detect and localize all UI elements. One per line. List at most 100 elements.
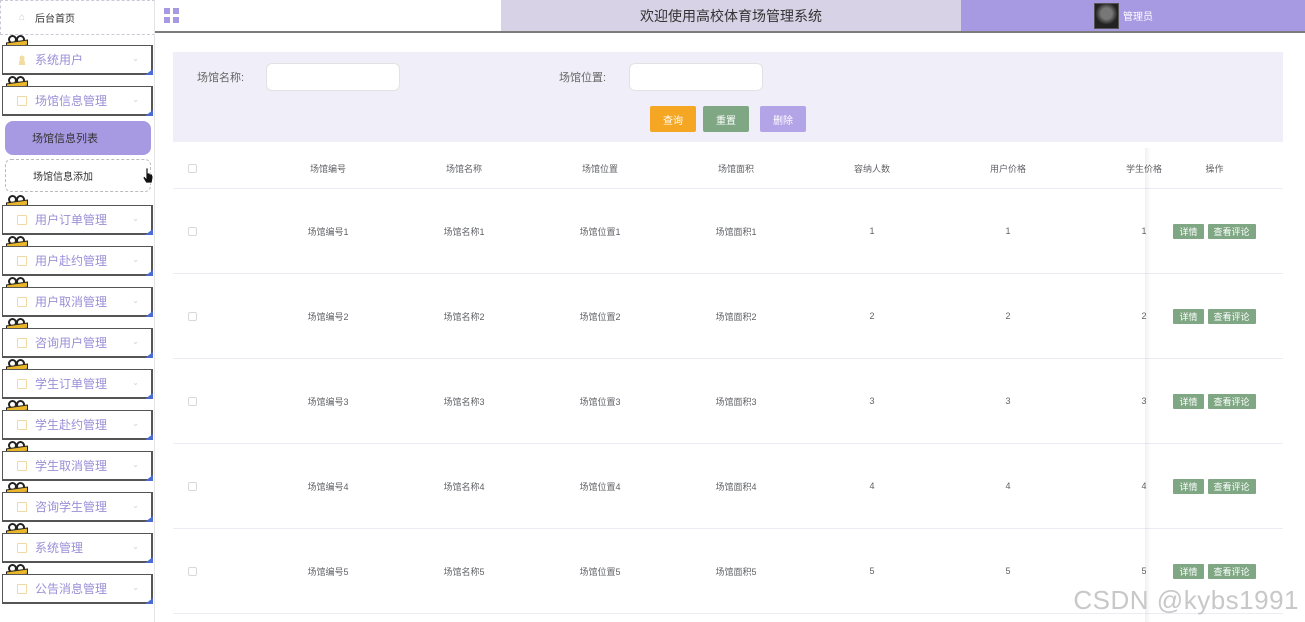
sidebar-item-label: 场馆信息管理: [35, 94, 108, 108]
table-cell: 5: [869, 566, 875, 576]
submenu-item-label: 场馆信息添加: [33, 172, 93, 183]
user-menu[interactable]: 管理员: [961, 0, 1305, 31]
sidebar-item-0[interactable]: 系统用户 ⌄: [2, 45, 153, 75]
view-comments-button[interactable]: 查看评论: [1207, 308, 1256, 324]
app-title: 欢迎使用高校体育场管理系统: [640, 7, 822, 24]
sidebar-item-label: 用户订单管理: [35, 213, 108, 227]
table-cell: 1: [1005, 226, 1011, 236]
sidebar-item-5[interactable]: 咨询用户管理 ⌄: [2, 328, 153, 358]
table-cell: 4: [1005, 481, 1011, 491]
sidebar-item-4[interactable]: 用户取消管理 ⌄: [2, 287, 153, 317]
column-header: 容纳人数: [853, 163, 890, 174]
table-row[interactable]: 场馆编号2 场馆名称2 场馆位置2 场馆面积2 2 2 2 详情 查看评论: [173, 274, 1283, 359]
sidebar-item-10[interactable]: 系统管理 ⌄: [2, 533, 153, 563]
sidebar-item-label: 学生赴约管理: [35, 418, 108, 432]
sidebar-item-label: 系统用户: [35, 53, 84, 67]
table-cell: 4: [869, 481, 875, 491]
table-cell: 场馆名称5: [443, 566, 485, 577]
table-cell: 场馆名称3: [443, 396, 485, 407]
row-checkbox[interactable]: [187, 396, 197, 406]
row-actions: 详情 查看评论: [1146, 359, 1283, 443]
avatar[interactable]: [1094, 2, 1119, 29]
corner-decoration: [145, 598, 153, 604]
row-checkbox[interactable]: [187, 226, 197, 236]
corner-decoration: [145, 475, 153, 481]
submenu-item-venue-add[interactable]: 场馆信息添加: [5, 159, 151, 192]
sidebar-item-6[interactable]: 学生订单管理 ⌄: [2, 369, 153, 399]
table-cell: 场馆面积3: [715, 396, 757, 407]
view-comments-button[interactable]: 查看评论: [1207, 393, 1256, 409]
table-cell: 3: [869, 396, 875, 406]
venue-name-input[interactable]: [266, 63, 400, 91]
corner-decoration: [145, 557, 153, 563]
folder-icon: [17, 460, 27, 471]
row-checkbox[interactable]: [187, 566, 197, 576]
detail-button[interactable]: 详情: [1173, 308, 1204, 324]
chevron-down-icon: ⌄: [132, 419, 139, 428]
table-row[interactable]: 场馆编号4 场馆名称4 场馆位置4 场馆面积4 4 4 4 详情 查看评论: [173, 444, 1283, 529]
row-checkbox[interactable]: [187, 311, 197, 321]
corner-decoration: [145, 229, 153, 235]
venue-table: 场馆编号 场馆名称 场馆位置 场馆面积 容纳人数 用户价格 学生价格 操作 场馆编号1 场馆名称1…: [173, 148, 1283, 614]
folder-icon: [17, 296, 27, 307]
user-icon: [17, 54, 27, 65]
table-cell: 场馆面积4: [715, 481, 757, 492]
page-title: 欢迎使用高校体育场管理系统: [501, 0, 961, 31]
sidebar-item-7[interactable]: 学生赴约管理 ⌄: [2, 410, 153, 440]
detail-button[interactable]: 详情: [1173, 563, 1204, 579]
sidebar-item-8[interactable]: 学生取消管理 ⌄: [2, 451, 153, 481]
corner-decoration: [145, 270, 153, 276]
chevron-down-icon: ⌄: [132, 337, 139, 346]
sidebar: ⌂ 后台首页 系统用户 ⌄ 场馆信息管理 ⌄ 用户订单管理 ⌄ 用户赴约管理 ⌄ 用户取消管理 ⌄…: [0, 0, 155, 622]
submenu-item-label: 场馆信息列表: [32, 133, 98, 145]
table-cell: 场馆面积2: [715, 311, 757, 322]
reset-button[interactable]: 重置: [703, 106, 749, 132]
menu-grid-icon[interactable]: [164, 8, 179, 23]
view-comments-button[interactable]: 查看评论: [1207, 478, 1256, 494]
folder-icon: [17, 378, 27, 389]
venue-name-label: 场馆名称:: [197, 72, 245, 84]
watermark: CSDN @kybs1991: [1073, 585, 1299, 615]
query-button[interactable]: 查询: [650, 106, 696, 132]
venue-location-input[interactable]: [629, 63, 763, 91]
chevron-down-icon: ⌄: [132, 54, 139, 63]
sidebar-item-9[interactable]: 咨询学生管理 ⌄: [2, 492, 153, 522]
submenu-item-venue-list[interactable]: 场馆信息列表: [5, 121, 151, 155]
table-cell: 场馆编号5: [307, 566, 349, 577]
corner-decoration: [145, 311, 153, 317]
chevron-down-icon: ⌄: [132, 542, 139, 551]
table-cell: 场馆位置4: [579, 481, 621, 492]
sidebar-item-label: 系统管理: [35, 541, 84, 555]
row-checkbox[interactable]: [187, 481, 197, 491]
venue-location-label: 场馆位置:: [559, 72, 607, 84]
view-comments-button[interactable]: 查看评论: [1207, 563, 1256, 579]
sidebar-item-1[interactable]: 场馆信息管理 ⌄: [2, 86, 153, 116]
detail-button[interactable]: 详情: [1173, 223, 1204, 239]
select-all-checkbox[interactable]: [187, 163, 197, 173]
sidebar-item-3[interactable]: 用户赴约管理 ⌄: [2, 246, 153, 276]
table-cell: 场馆名称4: [443, 481, 485, 492]
table-cell: 2: [869, 311, 875, 321]
sidebar-item-11[interactable]: 公告消息管理 ⌄: [2, 574, 153, 604]
column-header: 场馆编号: [309, 163, 346, 174]
detail-button[interactable]: 详情: [1173, 393, 1204, 409]
delete-button[interactable]: 删除: [760, 106, 806, 132]
corner-decoration: [145, 434, 153, 440]
sidebar-item-label: 用户取消管理: [35, 295, 108, 309]
table-cell: 场馆位置1: [579, 226, 621, 237]
row-actions: 详情 查看评论: [1146, 274, 1283, 358]
column-header: 场馆位置: [581, 163, 618, 174]
table-cell: 场馆编号3: [307, 396, 349, 407]
top-bar: 欢迎使用高校体育场管理系统 管理员: [155, 0, 1305, 33]
detail-button[interactable]: 详情: [1173, 478, 1204, 494]
table-row[interactable]: 场馆编号1 场馆名称1 场馆位置1 场馆面积1 1 1 1 详情 查看评论: [173, 189, 1283, 274]
table-cell: 5: [1005, 566, 1011, 576]
sidebar-item-2[interactable]: 用户订单管理 ⌄: [2, 205, 153, 235]
home-icon: ⌂: [19, 11, 26, 23]
column-header: 场馆名称: [445, 163, 482, 174]
sidebar-item-home[interactable]: ⌂ 后台首页: [0, 0, 154, 35]
table-row[interactable]: 场馆编号3 场馆名称3 场馆位置3 场馆面积3 3 3 3 详情 查看评论: [173, 359, 1283, 444]
view-comments-button[interactable]: 查看评论: [1207, 223, 1256, 239]
chevron-down-icon: ⌄: [132, 255, 139, 264]
row-actions: 详情 查看评论: [1146, 444, 1283, 528]
